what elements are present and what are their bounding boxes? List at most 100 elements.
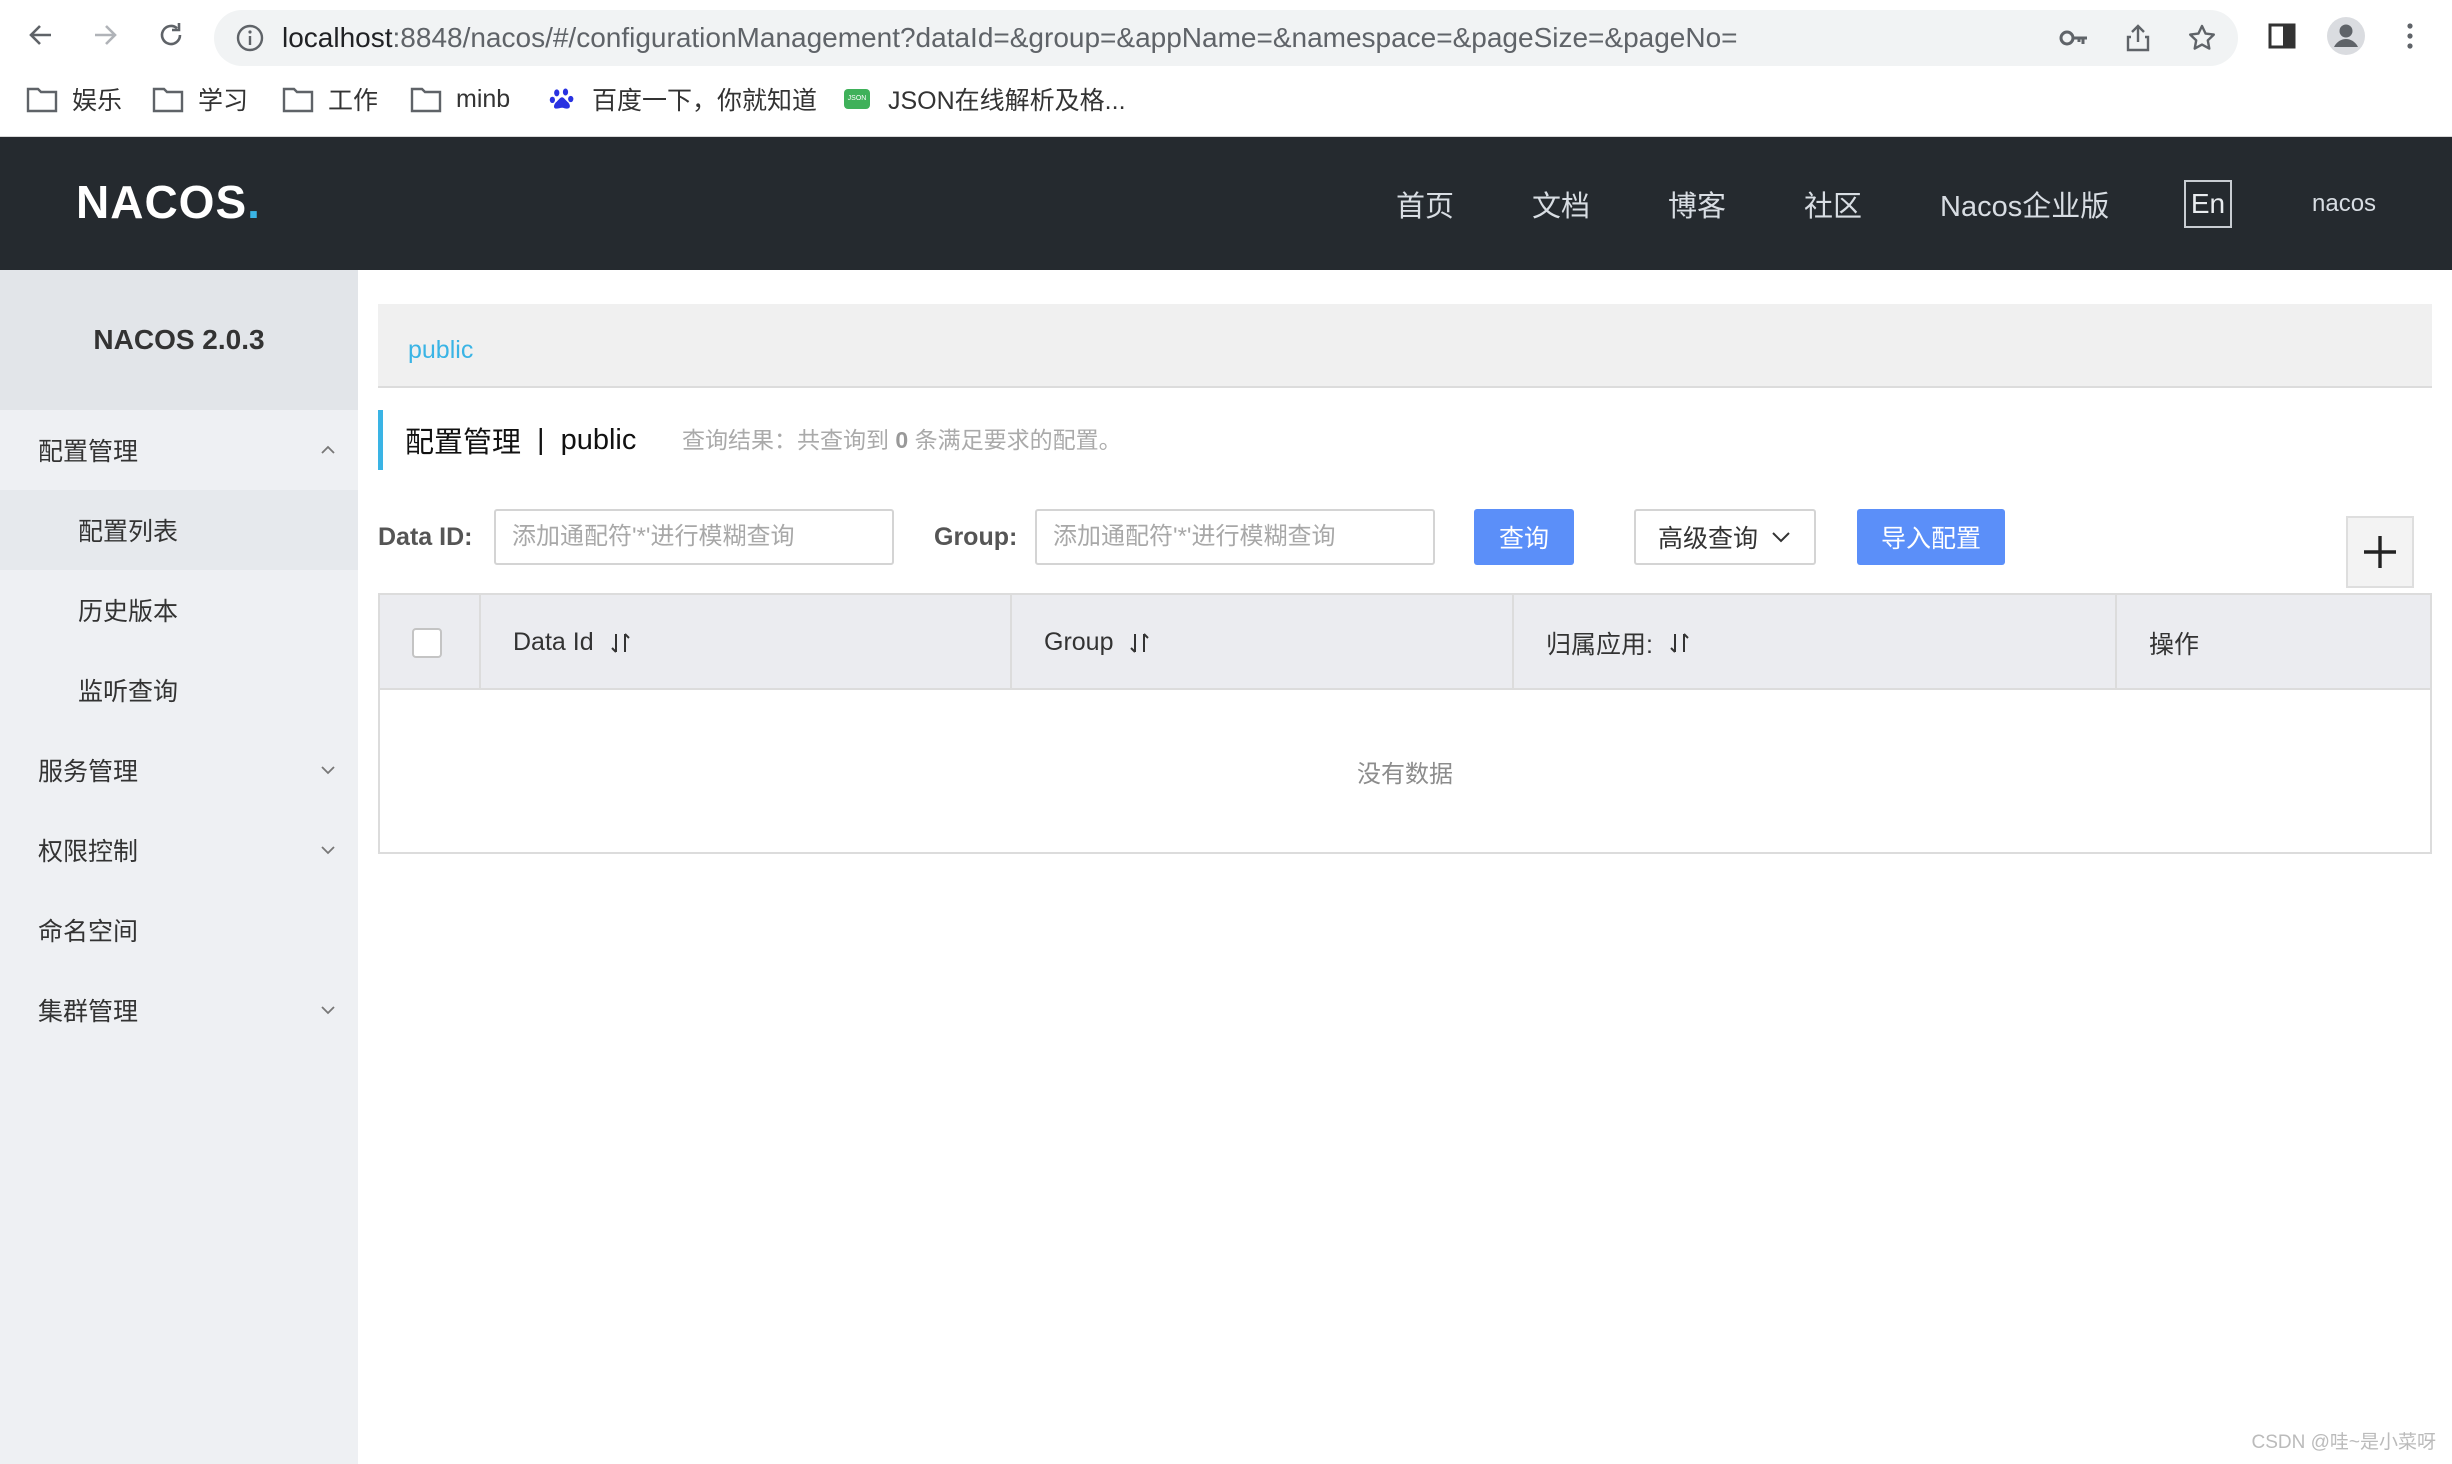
page-title-text: 配置管理: [405, 427, 522, 459]
bookmark-json[interactable]: JSON JSON在线解析及格...: [844, 76, 1126, 122]
bookmark-label: 工作: [328, 87, 379, 115]
sidebar-item-label: 集群管理: [38, 998, 139, 1026]
bookmark-folder[interactable]: 学习: [152, 76, 248, 122]
sidebar-item-label: 权限控制: [38, 838, 139, 866]
user-menu[interactable]: nacos: [2312, 137, 2376, 270]
sidebar-item-namespace[interactable]: 命名空间: [0, 890, 358, 970]
arrow-right-icon: [95, 25, 117, 45]
reload-button[interactable]: [146, 12, 196, 58]
nav-docs[interactable]: 文档: [1532, 137, 1590, 270]
column-label: Group: [1044, 628, 1114, 656]
advanced-query-label: 高级查询: [1657, 525, 1758, 553]
query-result-count: 0: [895, 427, 909, 453]
sidebar-item-label: 配置列表: [78, 518, 179, 546]
sidebar-item-label: 历史版本: [78, 598, 179, 626]
bookmark-label: JSON在线解析及格...: [888, 87, 1126, 115]
column-label: 归属应用:: [1546, 630, 1653, 659]
json-icon: JSON: [844, 89, 870, 109]
chevron-down-icon: [321, 766, 335, 775]
sidebar-item-config-list[interactable]: 配置列表: [0, 490, 358, 570]
folder-icon: [26, 87, 58, 113]
bookmark-label: 百度一下，你就知道: [592, 87, 818, 115]
bookmark-baidu[interactable]: 百度一下，你就知道: [546, 76, 817, 122]
plus-icon: [2364, 536, 2396, 568]
namespace-tab-public[interactable]: public: [408, 304, 473, 396]
add-config-button[interactable]: [2346, 516, 2414, 588]
sidebar: NACOS 2.0.3 配置管理 配置列表 历史版本 监听查询 服务管理 权限控…: [0, 270, 358, 1464]
chevron-down-icon: [1772, 532, 1790, 543]
group-search-input[interactable]: [1035, 509, 1435, 565]
page-title-namespace: public: [560, 423, 637, 456]
logo-text: NACOS: [76, 176, 248, 228]
bookmark-label: 学习: [198, 87, 249, 115]
select-all-checkbox[interactable]: [412, 627, 442, 658]
sidebar-item-listener-query[interactable]: 监听查询: [0, 650, 358, 730]
search-button[interactable]: 查询: [1474, 509, 1574, 565]
baidu-paw-icon: [549, 88, 574, 109]
back-button[interactable]: [16, 12, 66, 58]
app-header: NACOS. 首页 文档 博客 社区 Nacos企业版 En nacos: [0, 137, 2452, 270]
folder-icon: [152, 87, 184, 113]
sidebar-item-config-management[interactable]: 配置管理: [0, 410, 358, 490]
sidebar-item-history[interactable]: 历史版本: [0, 570, 358, 650]
nav-home[interactable]: 首页: [1396, 137, 1454, 270]
folder-icon: [282, 87, 314, 113]
info-icon[interactable]: [234, 22, 266, 54]
query-result-text: 查询结果：共查询到 0 条满足要求的配置。: [682, 410, 1122, 470]
nav-blog[interactable]: 博客: [1668, 137, 1726, 270]
more-vert-icon: [2407, 23, 2413, 49]
sidebar-item-label: 监听查询: [78, 678, 179, 706]
page-title: 配置管理 | public: [378, 410, 636, 470]
column-label: 操作: [2149, 630, 2200, 659]
arrow-left-icon: [29, 25, 51, 45]
import-config-button[interactable]: 导入配置: [1857, 509, 2005, 565]
side-panel-icon: [2268, 23, 2296, 49]
nav-enterprise[interactable]: Nacos企业版: [1940, 137, 2109, 270]
sidebar-item-label: 服务管理: [38, 758, 139, 786]
sort-icon[interactable]: [1127, 630, 1151, 656]
url-host: localhost: [282, 22, 393, 53]
title-separator: |: [537, 423, 545, 456]
side-panel-button[interactable]: [2262, 16, 2302, 56]
sort-icon[interactable]: [1667, 630, 1691, 656]
chevron-down-icon: [321, 1006, 335, 1015]
namespace-bar: public: [378, 304, 2432, 388]
sidebar-item-cluster-management[interactable]: 集群管理: [0, 970, 358, 1050]
chevron-up-icon: [321, 445, 335, 454]
column-header-data-id[interactable]: Data Id: [481, 595, 1012, 690]
menu-button[interactable]: [2390, 16, 2430, 56]
sidebar-item-label: 配置管理: [38, 438, 139, 466]
bookmark-folder[interactable]: 工作: [282, 76, 378, 122]
bookmark-folder[interactable]: minb: [410, 76, 510, 122]
address-bar[interactable]: localhost:8848/nacos/#/configurationMana…: [214, 10, 2238, 66]
bookmark-label: 娱乐: [72, 87, 123, 115]
nav-community[interactable]: 社区: [1804, 137, 1862, 270]
bookmarks-bar: 娱乐 学习 工作 minb 百度一下，你就知道 JSON JSON在线解析及格.…: [0, 76, 2452, 122]
sidebar-item-label: 命名空间: [38, 918, 139, 946]
forward-button[interactable]: [80, 12, 130, 58]
sort-icon[interactable]: [608, 630, 632, 656]
share-icon[interactable]: [2122, 22, 2154, 54]
chevron-down-icon: [321, 846, 335, 855]
bookmark-folder[interactable]: 娱乐: [26, 76, 122, 122]
dataid-search-input[interactable]: [494, 509, 894, 565]
logo-dot: .: [247, 176, 261, 228]
bookmark-label: minb: [456, 84, 511, 113]
sidebar-item-access-control[interactable]: 权限控制: [0, 810, 358, 890]
query-result-suffix: 条满足要求的配置。: [914, 427, 1122, 453]
watermark: CSDN @哇~是小菜呀: [2251, 1432, 2437, 1453]
url-path: :8848/nacos/#/configurationManagement?da…: [392, 22, 1738, 53]
nacos-logo[interactable]: NACOS.: [76, 176, 261, 229]
language-switch-button[interactable]: En: [2184, 180, 2232, 228]
column-header-app[interactable]: 归属应用:: [1514, 595, 2117, 690]
advanced-query-button[interactable]: 高级查询: [1634, 509, 1816, 565]
key-icon[interactable]: [2058, 22, 2090, 54]
sidebar-item-service-management[interactable]: 服务管理: [0, 730, 358, 810]
dataid-label: Data ID:: [378, 523, 473, 551]
column-header-group[interactable]: Group: [1012, 595, 1514, 690]
folder-icon: [410, 87, 442, 113]
column-header-actions: 操作: [2117, 595, 2430, 690]
group-label: Group:: [934, 523, 1018, 551]
star-icon[interactable]: [2186, 22, 2218, 54]
profile-button[interactable]: [2326, 16, 2366, 56]
